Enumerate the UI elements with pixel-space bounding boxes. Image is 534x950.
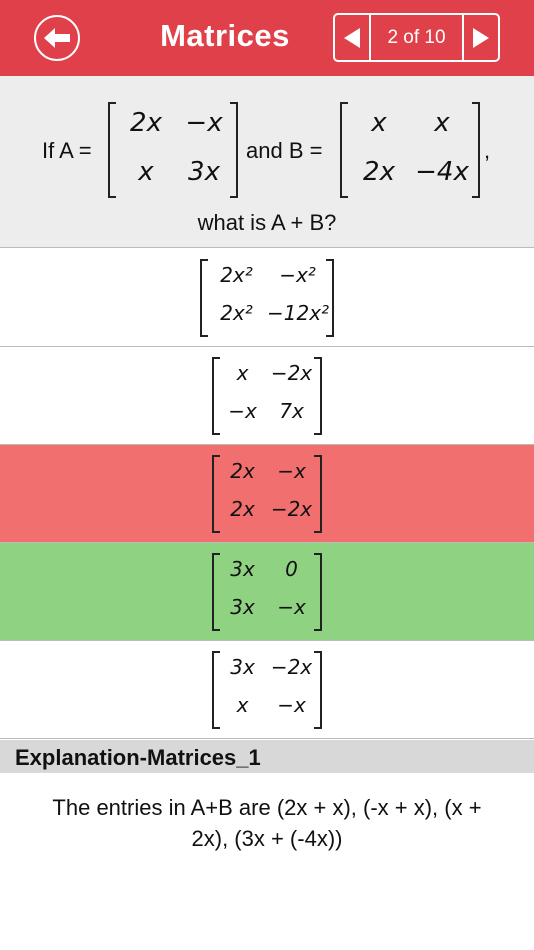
answer-option[interactable]: x −2x −x 7x <box>0 347 534 445</box>
explanation-line2: 2x), (3x + (-4x)) <box>191 826 343 851</box>
page-title: Matrices <box>160 18 290 53</box>
matrix-a-cell: 2x <box>130 108 162 138</box>
answer-matrix-cell: 7x <box>279 399 304 423</box>
matrix-b: x x 2x −4x <box>340 102 480 198</box>
answer-matrix-cell: −2x <box>270 655 313 679</box>
pager: 2 of 10 <box>333 13 500 62</box>
answer-matrix-cell: −12x² <box>267 301 330 325</box>
explanation-text: The entries in A+B are (2x + x), (-x + x… <box>20 792 514 854</box>
question-connector: and B = <box>246 138 323 163</box>
answer-option[interactable]: 2x² −x² 2x² −12x² <box>0 249 534 347</box>
question-prefix: If A = <box>42 138 92 163</box>
explanation-line1: The entries in A+B are (2x + x), (-x + x… <box>52 795 482 820</box>
answer-matrix-cell: −x <box>228 399 257 423</box>
prev-button[interactable] <box>335 15 369 60</box>
answer-matrix-cell: −x² <box>279 263 316 287</box>
answer-matrix-cell: 2x <box>230 459 255 483</box>
answer-matrix: 3x −2x x −x <box>212 651 322 729</box>
answer-matrix-cell: 3x <box>230 595 255 619</box>
matrix-b-cell: −4x <box>415 157 469 187</box>
question-row: If A = 2x −x x 3x and B = x x 2x −4x , <box>0 102 534 202</box>
answer-matrix-cell: x <box>236 361 249 385</box>
answer-matrix-cell: −x <box>277 595 306 619</box>
answer-matrix: x −2x −x 7x <box>212 357 322 435</box>
matrix-a: 2x −x x 3x <box>108 102 238 198</box>
answer-matrix-cell: x <box>236 693 249 717</box>
answer-option[interactable]: 3x −2x x −x <box>0 641 534 739</box>
page-counter: 2 of 10 <box>369 15 464 60</box>
question-panel: If A = 2x −x x 3x and B = x x 2x −4x , w… <box>0 76 534 248</box>
answer-matrix-cell: −x <box>277 459 306 483</box>
back-arrow-icon <box>44 28 70 48</box>
answer-option[interactable]: 3x 0 3x −x <box>0 543 534 641</box>
matrix-a-cell: −x <box>185 108 223 138</box>
matrix-a-cell: x <box>138 157 154 187</box>
matrix-a-cell: 3x <box>188 157 220 187</box>
answer-matrix: 3x 0 3x −x <box>212 553 322 631</box>
answer-matrix-cell: 2x <box>230 497 255 521</box>
answer-matrix-cell: 3x <box>230 557 255 581</box>
question-suffix: , <box>484 138 491 163</box>
answer-matrix-cell: −2x <box>270 361 313 385</box>
answer-matrix: 2x −x 2x −2x <box>212 455 322 533</box>
answer-matrix-cell: 2x² <box>220 301 253 325</box>
next-button[interactable] <box>464 15 498 60</box>
question-line2: what is A + B? <box>197 210 337 235</box>
explanation-header: Explanation-Matrices_1 <box>0 740 534 773</box>
matrix-b-cell: 2x <box>363 157 395 187</box>
matrix-b-cell: x <box>434 108 450 138</box>
explanation-title: Explanation-Matrices_1 <box>15 745 261 770</box>
answer-matrix: 2x² −x² 2x² −12x² <box>200 259 334 337</box>
next-triangle-icon <box>473 27 489 48</box>
answer-matrix-cell: −2x <box>270 497 313 521</box>
answer-matrix-cell: 2x² <box>220 263 253 287</box>
answer-option[interactable]: 2x −x 2x −2x <box>0 445 534 543</box>
answer-matrix-cell: 0 <box>285 557 298 581</box>
answer-matrix-cell: −x <box>277 693 306 717</box>
answer-matrix-cell: 3x <box>230 655 255 679</box>
matrix-b-cell: x <box>371 108 387 138</box>
back-button[interactable] <box>34 15 80 61</box>
header-bar: Matrices 2 of 10 <box>0 0 534 76</box>
prev-triangle-icon <box>344 27 360 48</box>
